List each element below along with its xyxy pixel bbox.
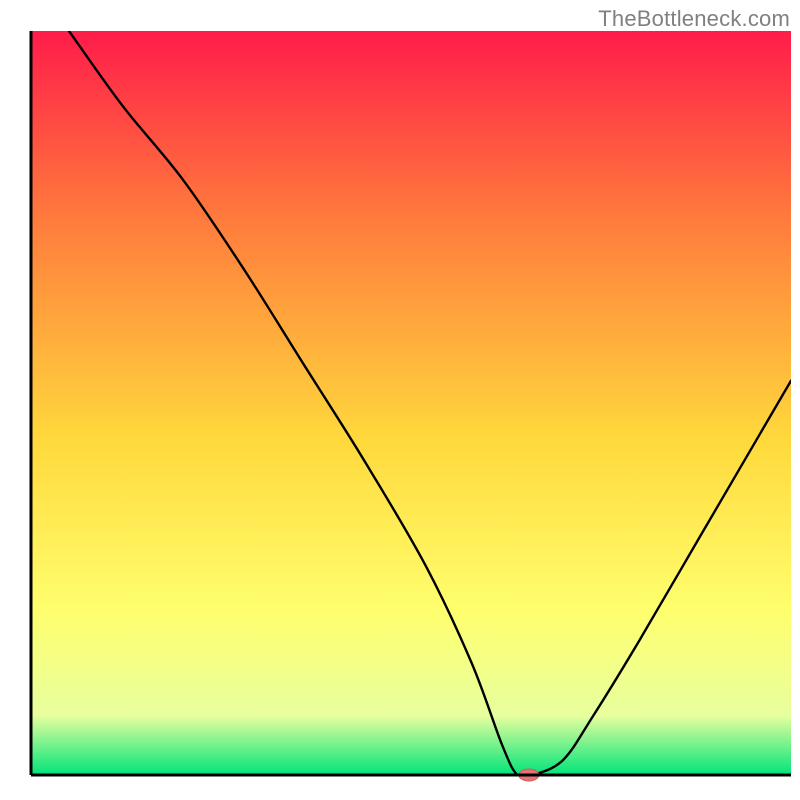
chart-container: TheBottleneck.com	[0, 0, 800, 800]
gradient-background	[31, 31, 791, 775]
bottleneck-chart	[0, 0, 800, 800]
watermark-text: TheBottleneck.com	[598, 6, 790, 32]
